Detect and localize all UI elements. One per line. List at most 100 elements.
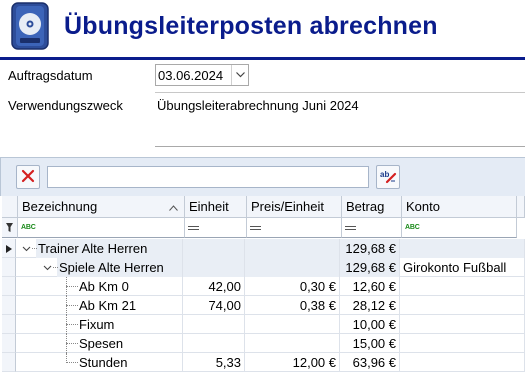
cell-bezeichnung[interactable]: Ab Km 0 [16, 277, 183, 296]
scrollbar-header [517, 196, 525, 218]
table-row[interactable]: Stunden 5,33 12,00 €63,96 € [16, 353, 525, 372]
cell-preis[interactable] [245, 258, 340, 277]
cell-konto[interactable] [400, 334, 525, 353]
cell-preis[interactable]: 12,00 € [245, 353, 340, 372]
spellcheck-button[interactable]: ab [376, 165, 400, 189]
equals-filter-icon [345, 225, 356, 230]
text-filter-icon: ABC [405, 224, 420, 231]
column-header-konto[interactable]: Konto [402, 196, 517, 218]
header: Übungsleiterposten abrechnen [0, 0, 525, 62]
cell-betrag[interactable]: 28,12 € [340, 296, 400, 315]
current-row-icon [6, 245, 12, 253]
clear-filter-button[interactable] [16, 165, 40, 189]
equals-filter-icon [250, 225, 261, 230]
row-indicator-header [2, 196, 18, 218]
cell-betrag[interactable]: 63,96 € [340, 353, 400, 372]
save-disk-icon [11, 2, 49, 50]
equals-filter-icon [188, 225, 199, 230]
row-indicator[interactable] [2, 334, 16, 353]
cell-konto[interactable] [400, 239, 525, 258]
row-indicator[interactable] [2, 315, 16, 334]
grid-toolbar: ab [0, 158, 525, 196]
bezeichnung-text: Spesen [79, 336, 124, 351]
filter-einheit[interactable] [185, 218, 247, 238]
cell-konto[interactable] [400, 277, 525, 296]
tree-connector [66, 362, 78, 363]
table-row[interactable]: Spiele Alte Herren 129,68 € Girokonto Fußb… [16, 258, 525, 277]
table-row[interactable]: Fixum 10,00 € [16, 315, 525, 334]
filter-row-icon [2, 218, 18, 238]
filter-betrag[interactable] [342, 218, 402, 238]
bezeichnung-text: Trainer Alte Herren [38, 241, 148, 256]
filter-bezeichnung[interactable]: ABC [18, 218, 185, 238]
header-divider [0, 57, 525, 60]
purpose-field[interactable]: Übungsleiterabrechnung Juni 2024 [155, 92, 525, 147]
cell-bezeichnung[interactable]: Spesen [16, 334, 183, 353]
row-indicator[interactable] [2, 296, 16, 315]
tree-connector [66, 305, 78, 306]
row-indicator[interactable] [2, 277, 16, 296]
bezeichnung-text: Fixum [79, 317, 115, 332]
tree-connector [66, 343, 78, 344]
cell-konto[interactable]: Girokonto Fußball [400, 258, 525, 277]
cell-einheit[interactable] [183, 334, 245, 353]
cell-bezeichnung[interactable]: Fixum [16, 315, 183, 334]
cell-einheit[interactable]: 42,00 [183, 277, 245, 296]
search-input[interactable] [47, 166, 369, 188]
cell-betrag[interactable]: 10,00 € [340, 315, 400, 334]
cell-betrag[interactable]: 129,68 € [340, 239, 400, 258]
clear-filter-icon [21, 169, 35, 186]
cell-bezeichnung[interactable]: Spiele Alte Herren [16, 258, 183, 277]
cell-betrag[interactable]: 129,68 € [340, 258, 400, 277]
cell-konto[interactable] [400, 296, 525, 315]
cell-preis[interactable] [245, 239, 340, 258]
cell-einheit[interactable]: 5,33 [183, 353, 245, 372]
row-indicator[interactable] [2, 258, 16, 277]
cell-preis[interactable]: 0,38 € [245, 296, 340, 315]
cell-betrag[interactable]: 15,00 € [340, 334, 400, 353]
cell-einheit[interactable] [183, 258, 245, 277]
table-row[interactable]: Ab Km 0 42,00 0,30 €12,60 € [16, 277, 525, 296]
column-header-einheit[interactable]: Einheit [185, 196, 247, 218]
cell-einheit[interactable]: 74,00 [183, 296, 245, 315]
cell-betrag[interactable]: 12,60 € [340, 277, 400, 296]
cell-bezeichnung[interactable]: Ab Km 21 [16, 296, 183, 315]
cell-preis[interactable]: 0,30 € [245, 277, 340, 296]
row-indicator[interactable] [2, 353, 16, 372]
bezeichnung-text: Spiele Alte Herren [59, 260, 164, 275]
cell-preis[interactable] [245, 334, 340, 353]
bezeichnung-text: Ab Km 0 [79, 279, 129, 294]
cell-bezeichnung[interactable]: Trainer Alte Herren [16, 239, 183, 258]
purpose-value[interactable]: Übungsleiterabrechnung Juni 2024 [157, 98, 359, 113]
row-indicator[interactable] [2, 239, 16, 258]
spellcheck-icon: ab [379, 168, 397, 187]
page-title: Übungsleiterposten abrechnen [64, 12, 438, 40]
date-label: Auftragsdatum [8, 68, 93, 83]
tree-connector [66, 324, 78, 325]
column-header-betrag[interactable]: Betrag [342, 196, 402, 218]
table-row[interactable]: Ab Km 21 74,00 0,38 €28,12 € [16, 296, 525, 315]
column-header-preis[interactable]: Preis/Einheit [247, 196, 342, 218]
cell-einheit[interactable] [183, 239, 245, 258]
cell-bezeichnung[interactable]: Stunden [16, 353, 183, 372]
svg-text:ab: ab [380, 170, 389, 179]
sort-up-icon [169, 196, 178, 217]
cell-konto[interactable] [400, 353, 525, 372]
table-row[interactable]: Trainer Alte Herren 129,68 € [16, 239, 525, 258]
purpose-label: Verwendungszweck [8, 98, 123, 113]
tree-connector [53, 267, 58, 268]
table-row[interactable]: Spesen 15,00 € [16, 334, 525, 353]
cell-konto[interactable] [400, 315, 525, 334]
bezeichnung-text: Ab Km 21 [79, 298, 137, 313]
cell-einheit[interactable] [183, 315, 245, 334]
cell-preis[interactable] [245, 315, 340, 334]
grid-panel: ab Bezeichnung Einheit Preis/Einheit Bet… [0, 157, 525, 383]
text-filter-icon: ABC [21, 224, 36, 231]
column-header-bezeichnung[interactable]: Bezeichnung [18, 196, 185, 218]
bezeichnung-text: Stunden [79, 355, 128, 370]
date-picker[interactable]: 03.06.2024 [155, 64, 249, 86]
date-value[interactable]: 03.06.2024 [158, 68, 223, 83]
filter-preis[interactable] [247, 218, 342, 238]
chevron-down-icon[interactable] [231, 65, 248, 85]
filter-konto[interactable]: ABC [402, 218, 517, 238]
